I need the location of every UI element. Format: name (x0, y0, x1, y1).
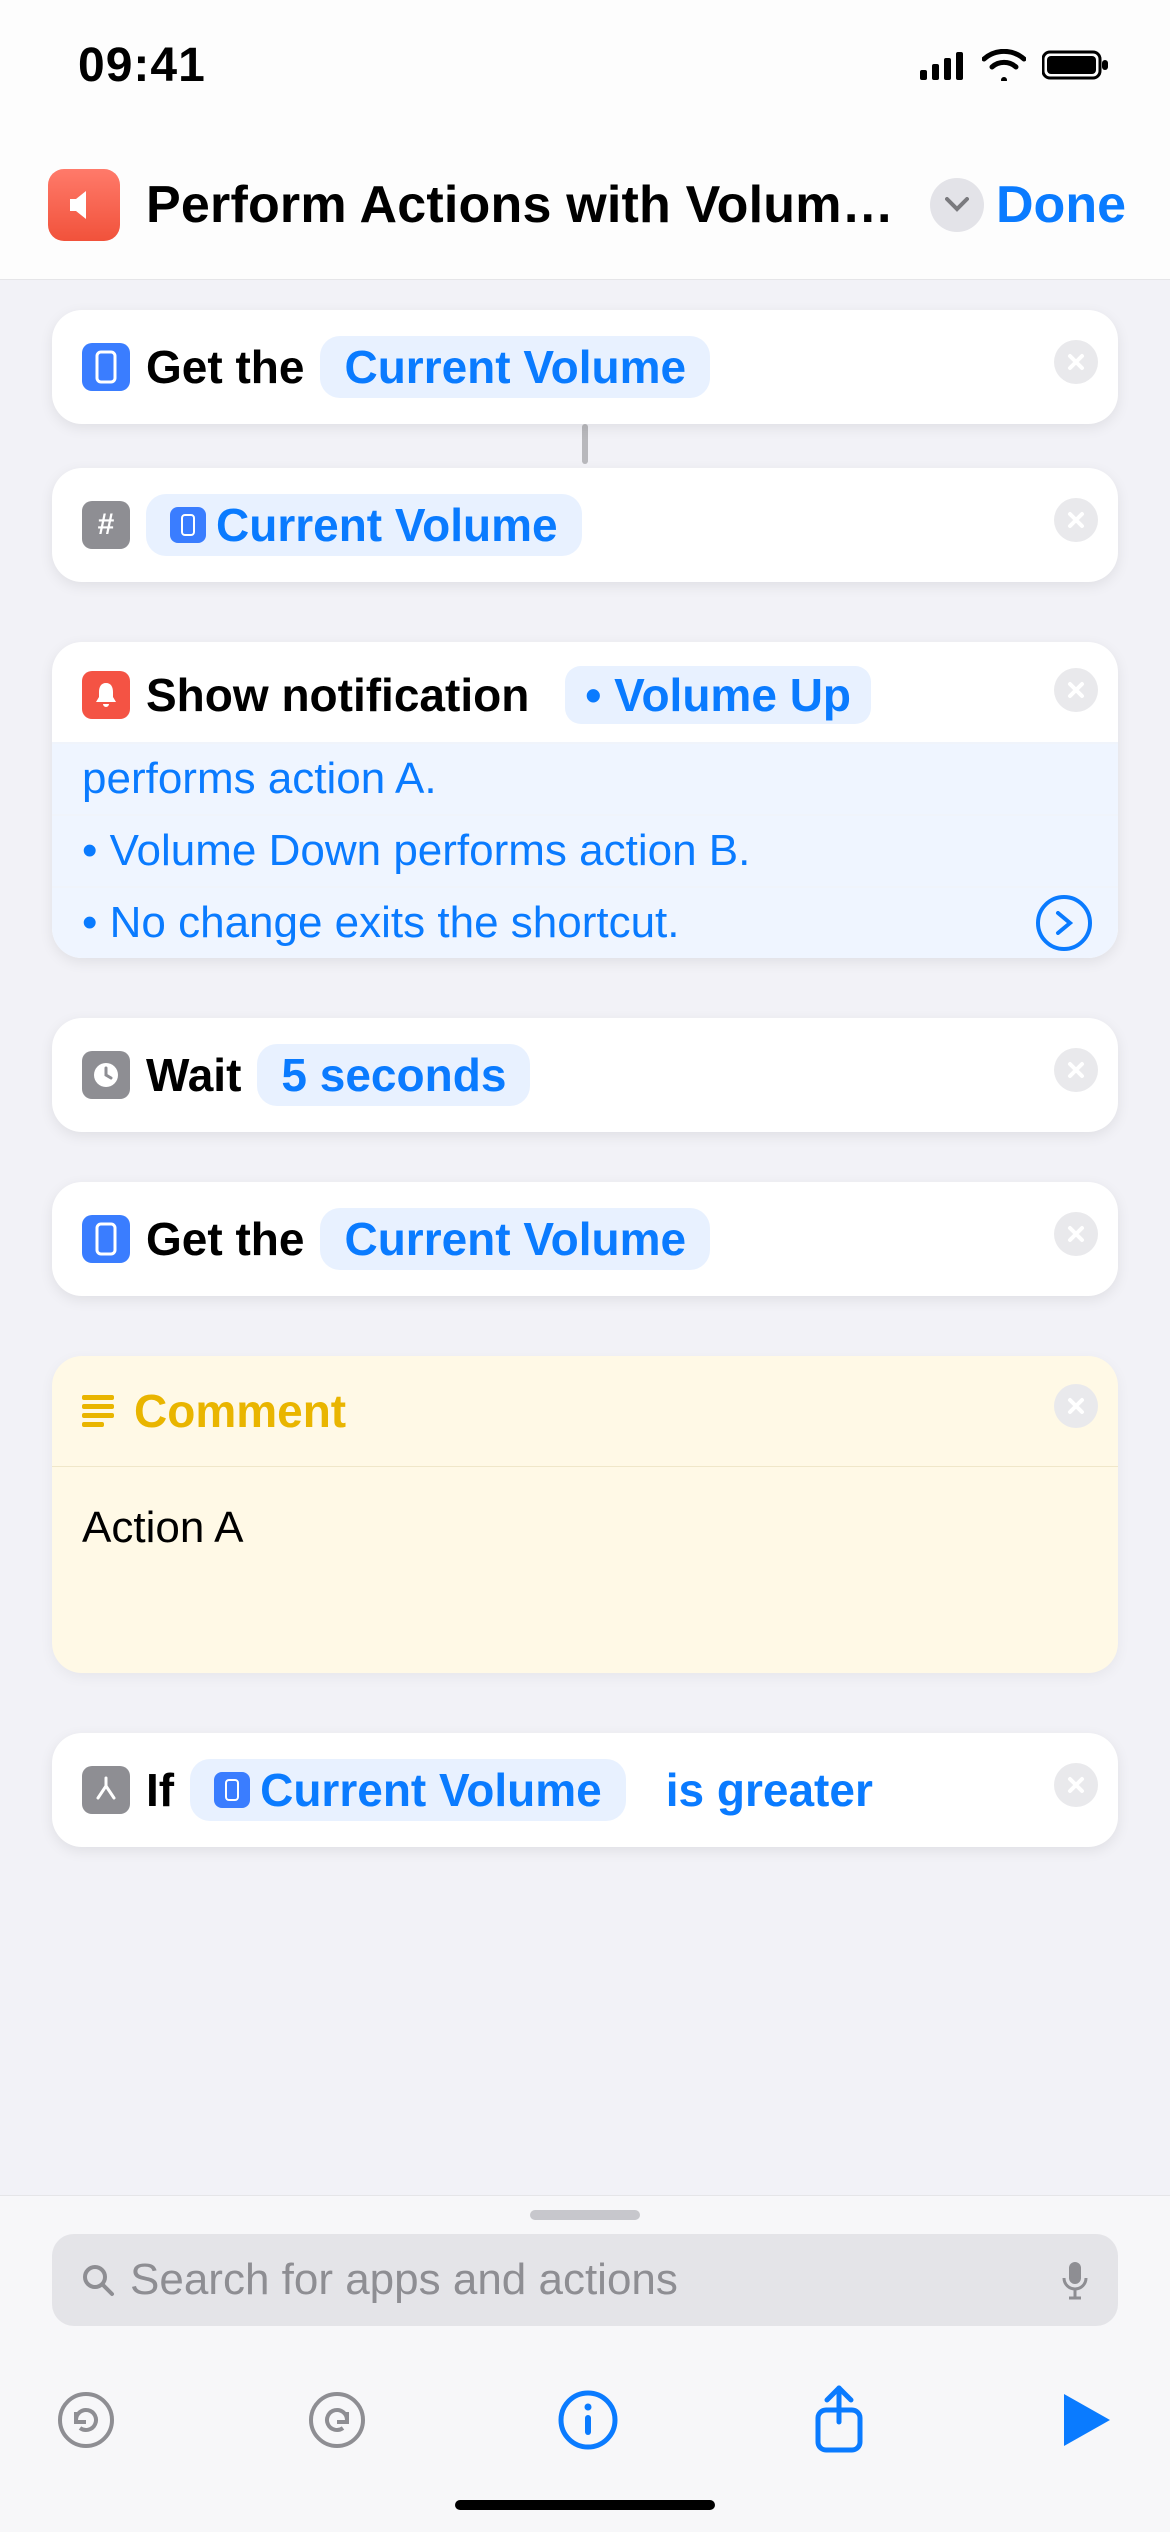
action-number[interactable]: # Current Volume (52, 468, 1118, 582)
delete-action-button[interactable] (1054, 668, 1098, 712)
expand-notification-button[interactable] (1036, 895, 1092, 951)
delete-action-button[interactable] (1054, 1212, 1098, 1256)
status-indicators (920, 49, 1110, 81)
clock-icon (82, 1051, 130, 1099)
notification-line-1[interactable]: performs action A. (52, 742, 1118, 814)
action-label: Wait (146, 1048, 241, 1102)
chevron-right-icon (1054, 911, 1074, 935)
token-duration[interactable]: 5 seconds (257, 1044, 530, 1106)
token-current-volume[interactable]: Current Volume (320, 336, 710, 398)
notification-line-3[interactable]: • No change exits the shortcut. (52, 886, 1118, 958)
token-if-variable[interactable]: Current Volume (190, 1759, 626, 1821)
token-if-condition[interactable]: is greater (642, 1759, 897, 1821)
search-input[interactable]: Search for apps and actions (52, 2234, 1118, 2326)
bottom-panel: Search for apps and actions (0, 2195, 1170, 2532)
actions-list[interactable]: Get the Current Volume # Current Volume (0, 280, 1170, 2195)
share-button[interactable] (810, 2384, 868, 2456)
cellular-icon (920, 50, 966, 80)
device-details-icon (82, 1215, 130, 1263)
action-get-volume-2[interactable]: Get the Current Volume (52, 1182, 1118, 1296)
info-button[interactable] (557, 2389, 619, 2451)
number-icon: # (82, 501, 130, 549)
home-indicator[interactable] (455, 2500, 715, 2510)
delete-action-button[interactable] (1054, 340, 1098, 384)
close-icon (1066, 1396, 1086, 1416)
close-icon (1066, 680, 1086, 700)
close-icon (1066, 510, 1086, 530)
branch-icon (82, 1766, 130, 1814)
connector-line (582, 424, 588, 464)
action-if[interactable]: If Current Volume is greater (52, 1733, 1118, 1847)
token-current-volume-variable[interactable]: Current Volume (146, 494, 582, 556)
action-wait[interactable]: Wait 5 seconds (52, 1018, 1118, 1132)
done-button[interactable]: Done (996, 175, 1126, 235)
speaker-icon (66, 187, 102, 223)
toolbar (0, 2340, 1170, 2500)
chevron-down-icon (945, 197, 969, 213)
wifi-icon (982, 49, 1026, 81)
device-details-icon (82, 343, 130, 391)
action-label: Get the (146, 1212, 304, 1266)
comment-label: Comment (134, 1384, 346, 1438)
title-menu-button[interactable] (930, 178, 984, 232)
page-title[interactable]: Perform Actions with Volume Buttons (146, 175, 916, 235)
action-label: If (146, 1763, 174, 1817)
redo-button[interactable] (307, 2390, 367, 2450)
action-comment[interactable]: Comment Action A (52, 1356, 1118, 1673)
run-button[interactable] (1058, 2390, 1114, 2450)
action-show-notification[interactable]: Show notification • Volume Up performs a… (52, 642, 1118, 958)
header: Perform Actions with Volume Buttons Done (0, 130, 1170, 280)
status-bar: 09:41 (0, 0, 1170, 130)
notification-text-token[interactable]: • Volume Up (565, 666, 871, 724)
status-time: 09:41 (78, 38, 206, 93)
delete-action-button[interactable] (1054, 1048, 1098, 1092)
close-icon (1066, 1060, 1086, 1080)
device-variable-icon (170, 507, 206, 543)
dictation-icon[interactable] (1060, 2258, 1090, 2302)
notification-line-2[interactable]: • Volume Down performs action B. (52, 814, 1118, 886)
panel-grabber[interactable] (530, 2210, 640, 2220)
close-icon (1066, 1224, 1086, 1244)
search-icon (80, 2262, 116, 2298)
search-placeholder: Search for apps and actions (130, 2255, 1060, 2305)
battery-icon (1042, 49, 1110, 81)
device-variable-icon (214, 1772, 250, 1808)
token-current-volume[interactable]: Current Volume (320, 1208, 710, 1270)
action-label: Get the (146, 340, 304, 394)
delete-action-button[interactable] (1054, 1384, 1098, 1428)
action-label: Show notification (146, 668, 529, 722)
delete-action-button[interactable] (1054, 1763, 1098, 1807)
comment-icon (82, 1395, 114, 1427)
delete-action-button[interactable] (1054, 498, 1098, 542)
action-get-volume-1[interactable]: Get the Current Volume (52, 310, 1118, 424)
close-icon (1066, 1775, 1086, 1795)
close-icon (1066, 352, 1086, 372)
shortcut-icon[interactable] (48, 169, 120, 241)
undo-button[interactable] (56, 2390, 116, 2450)
comment-body[interactable]: Action A (52, 1467, 1118, 1673)
notification-icon (82, 671, 130, 719)
